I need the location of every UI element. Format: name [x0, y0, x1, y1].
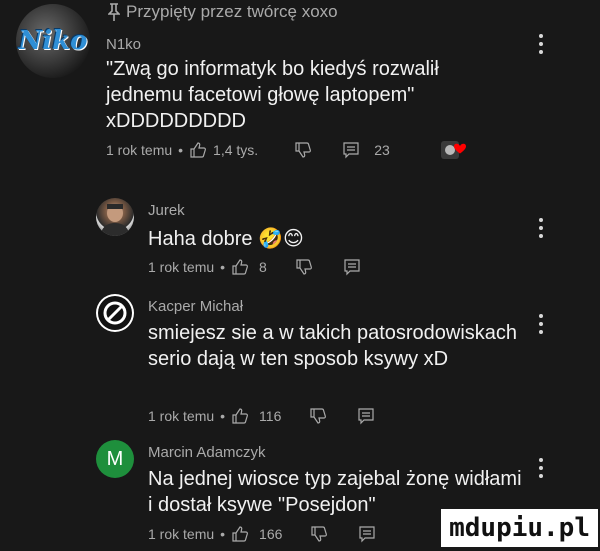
avatar[interactable] [96, 294, 134, 332]
pinned-label: Przypięty przez twórcę xoxo [108, 2, 338, 22]
comment-text: smiejesz sie a w takich patosrodowiskach… [148, 322, 518, 370]
reply-count[interactable]: 23 [374, 142, 390, 158]
avatar[interactable]: M [96, 440, 134, 478]
comment-time[interactable]: 1 rok temu [106, 142, 172, 158]
more-options-icon[interactable] [538, 458, 544, 478]
comment-actions: 1 rok temu • 166 [148, 525, 376, 543]
like-icon[interactable] [231, 407, 249, 425]
like-icon[interactable] [189, 141, 207, 159]
blocked-avatar-icon [98, 296, 132, 330]
creator-heart-icon [440, 139, 474, 161]
comment-actions: 1 rok temu • 8 [148, 258, 361, 276]
comment-actions: 1 rok temu • 116 [148, 407, 375, 425]
comment-author[interactable]: Kacper Michał [148, 298, 243, 315]
avatar-photo-icon [100, 204, 130, 236]
comment-text: "Zwą go informatyk bo kiedyś rozwalił je… [106, 58, 439, 132]
reply-icon[interactable] [357, 407, 375, 425]
like-count: 116 [259, 408, 282, 424]
like-count: 8 [259, 259, 267, 275]
like-count: 166 [259, 526, 283, 542]
dislike-icon[interactable] [295, 258, 313, 276]
pin-icon [108, 3, 120, 21]
avatar-letter: M [106, 447, 124, 470]
comment-author[interactable]: N1ko [106, 36, 141, 53]
separator-dot: • [220, 408, 226, 424]
more-options-icon[interactable] [538, 34, 544, 54]
separator-dot: • [220, 526, 226, 542]
separator-dot: • [178, 142, 184, 158]
comment-time[interactable]: 1 rok temu [148, 259, 214, 275]
more-options-icon[interactable] [538, 218, 544, 238]
comment-text: Haha dobre 🤣😊 [148, 228, 304, 250]
separator-dot: • [220, 259, 226, 275]
avatar[interactable]: Niko [16, 4, 90, 78]
avatar[interactable] [96, 198, 134, 236]
dislike-icon[interactable] [294, 141, 312, 159]
comment-item: Kacper Michał smiejesz sie a w takich pa… [0, 288, 600, 428]
like-count: 1,4 tys. [213, 142, 259, 158]
comment-author[interactable]: Jurek [148, 202, 185, 219]
avatar-logo-text: Niko [18, 26, 88, 56]
like-icon[interactable] [231, 258, 249, 276]
comment-time[interactable]: 1 rok temu [148, 526, 214, 542]
comment-actions: 1 rok temu • 1,4 tys. 23 [106, 139, 474, 161]
reply-icon[interactable] [343, 258, 361, 276]
comment-author[interactable]: Marcin Adamczyk [148, 444, 266, 461]
dislike-icon[interactable] [309, 407, 327, 425]
more-options-icon[interactable] [538, 314, 544, 334]
dislike-icon[interactable] [310, 525, 328, 543]
comment-time[interactable]: 1 rok temu [148, 408, 214, 424]
reply-icon[interactable] [342, 141, 360, 159]
pinned-comment: Przypięty przez twórcę xoxo Niko N1ko "Z… [0, 0, 600, 170]
reply-icon[interactable] [358, 525, 376, 543]
comment-item: Jurek Haha dobre 🤣😊 1 rok temu • 8 [0, 190, 600, 276]
watermark: mdupiu.pl [441, 509, 598, 547]
like-icon[interactable] [231, 525, 249, 543]
